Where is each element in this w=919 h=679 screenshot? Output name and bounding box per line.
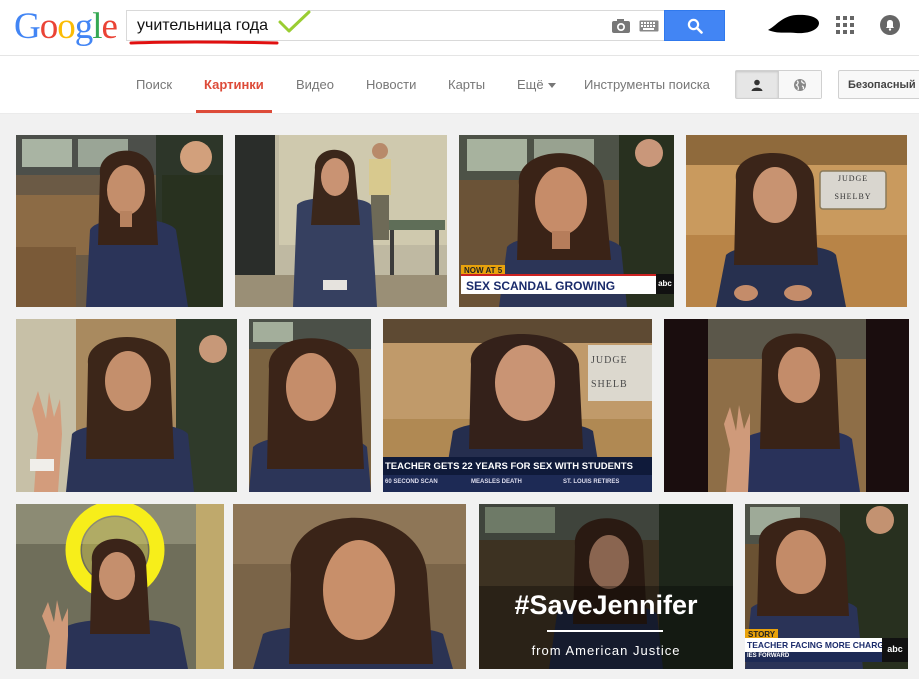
judge-sign-line2: SHELBY [834, 192, 872, 201]
safe-search-dropdown[interactable]: Безопасный [838, 70, 919, 99]
image-result[interactable]: #SaveJennifer from American Justice [479, 504, 733, 669]
ticker-item: 60 SECOND SCAN [385, 479, 438, 485]
search-input[interactable]: учительница года [126, 10, 664, 45]
divider [547, 630, 663, 632]
tab-video[interactable]: Видео [296, 77, 334, 92]
image-result[interactable]: STORY TEACHER FACING MORE CHARGES IES FO… [745, 504, 908, 669]
channel-logo: abc [656, 274, 674, 294]
channel-logo: abc [882, 638, 908, 662]
image-result[interactable]: JUDGE SHELB TEACHER GETS 22 YEARS FOR SE… [383, 319, 652, 492]
chevron-down-icon [547, 83, 556, 89]
account-name-redacted[interactable] [766, 12, 822, 36]
global-results-button[interactable] [778, 71, 821, 98]
result-photo [16, 135, 223, 307]
ticker-item: ST. LOUIS RETIRES [563, 479, 620, 485]
search-nav-tabs: Поиск Картинки Видео Новости Карты Ещё И… [0, 56, 919, 114]
result-photo [16, 504, 224, 669]
image-result[interactable]: JUDGE SHELBY [686, 135, 907, 307]
camera-icon[interactable] [611, 18, 631, 34]
judge-sign-line1: JUDGE [837, 174, 869, 183]
annotation-check-icon [278, 10, 311, 33]
personal-results-button[interactable] [736, 71, 779, 98]
person-icon [751, 79, 763, 91]
result-photo [686, 135, 907, 307]
header-bar: Google учительница года [0, 0, 919, 56]
image-result[interactable] [235, 135, 447, 307]
judge-sign-line1: JUDGE [591, 355, 628, 366]
tab-images[interactable]: Картинки [204, 77, 264, 92]
image-result[interactable]: NOW AT 5 SEX SCANDAL GROWING abc [459, 135, 674, 307]
search-query-text: учительница года [137, 17, 269, 34]
news-caption: TEACHER FACING MORE CHARGES [745, 638, 882, 652]
image-result[interactable] [16, 504, 224, 669]
annotation-underline [129, 40, 279, 45]
image-result[interactable] [664, 319, 909, 492]
globe-icon [793, 78, 806, 91]
tab-more[interactable]: Ещё [517, 77, 556, 92]
tab-search[interactable]: Поиск [136, 77, 172, 92]
tab-more-label: Ещё [517, 77, 544, 92]
search-icon [687, 18, 703, 34]
ticker-item: MEASLES DEATH [471, 479, 522, 485]
result-photo [664, 319, 909, 492]
image-result[interactable] [16, 319, 237, 492]
results-scope-toggle [735, 70, 822, 99]
tab-maps[interactable]: Карты [448, 77, 485, 92]
news-ticker: IES FORWARD [745, 652, 882, 662]
image-result[interactable] [233, 504, 466, 669]
tab-search-tools[interactable]: Инструменты поиска [584, 77, 710, 92]
image-result[interactable] [16, 135, 223, 307]
news-caption: TEACHER GETS 22 YEARS FOR SEX WITH STUDE… [383, 457, 652, 475]
overlay-subtitle: from American Justice [531, 643, 681, 658]
tab-news[interactable]: Новости [366, 77, 416, 92]
search-button[interactable] [664, 10, 725, 41]
news-ticker: 60 SECOND SCAN MEASLES DEATH ST. LOUIS R… [383, 475, 652, 492]
judge-sign-line2: SHELB [591, 379, 628, 390]
active-tab-indicator [196, 110, 272, 113]
image-result[interactable] [249, 319, 371, 492]
apps-icon[interactable] [836, 16, 854, 34]
result-photo [249, 319, 371, 492]
result-photo [233, 504, 466, 669]
notification-icon[interactable] [879, 14, 901, 36]
overlay-title: #SaveJennifer [514, 590, 698, 620]
news-caption: SEX SCANDAL GROWING [461, 274, 656, 294]
keyboard-icon[interactable] [639, 20, 659, 32]
google-logo[interactable]: Google [14, 8, 118, 45]
result-photo [16, 319, 237, 492]
result-photo [235, 135, 447, 307]
